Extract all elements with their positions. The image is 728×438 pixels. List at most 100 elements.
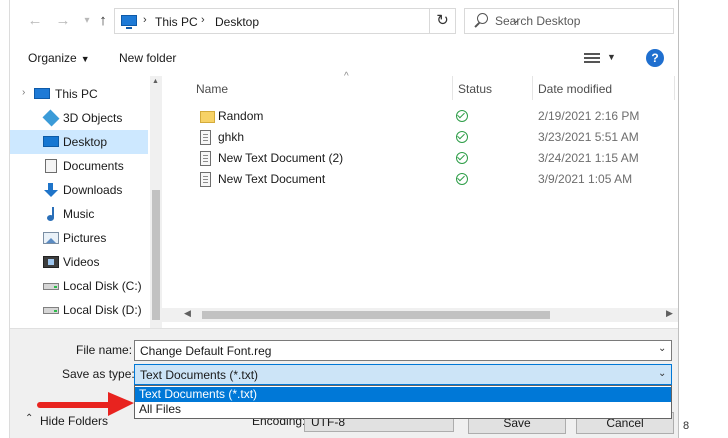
chevron-up-icon[interactable]: ⌃: [25, 413, 33, 424]
sync-ok-icon: [456, 173, 468, 185]
desktop-icon: [43, 136, 59, 147]
help-icon[interactable]: ?: [646, 49, 664, 67]
refresh-icon[interactable]: ↻: [430, 8, 456, 34]
text-file-icon: [200, 172, 211, 187]
picture-icon: [43, 232, 59, 244]
drive-icon: [43, 307, 59, 314]
view-options-chevron-icon[interactable]: ▼: [607, 52, 616, 62]
video-icon: [43, 256, 59, 268]
nav-item-downloads[interactable]: Downloads: [10, 178, 148, 202]
file-row-new-text-document-2[interactable]: New Text Document (2) 3/24/2021 1:15 AM …: [162, 148, 688, 169]
computer-icon: [34, 88, 50, 99]
file-name-label: File name:: [76, 343, 133, 357]
file-date: 2/19/2021 2:16 PM: [538, 109, 640, 123]
save-form: File name: ⌄ Save as type: Text Document…: [10, 328, 678, 438]
chevron-down-icon: ▼: [80, 54, 90, 64]
change-view-icon[interactable]: [584, 53, 600, 64]
text-file-icon: [200, 151, 211, 166]
folder-icon: [200, 111, 215, 123]
new-folder-button[interactable]: New folder: [119, 51, 176, 65]
file-name: New Text Document (2): [218, 151, 344, 165]
nav-item-label: Desktop: [63, 135, 108, 149]
file-name-dropdown-chevron-icon[interactable]: ⌄: [658, 343, 666, 354]
background-text-fragment: 8: [683, 420, 690, 432]
address-bar[interactable]: › This PC › Desktop ⌄: [114, 8, 520, 34]
scroll-up-arrow-icon[interactable]: ▲: [152, 78, 159, 85]
nav-item-label: Local Disk (D:): [63, 303, 142, 317]
nav-item-3d-objects[interactable]: 3D Objects: [10, 106, 148, 130]
breadcrumb-separator-icon[interactable]: ›: [201, 14, 205, 26]
forward-arrow-icon[interactable]: →: [54, 12, 72, 30]
file-row-random[interactable]: Random 2/19/2021 2:16 PM F: [162, 106, 688, 127]
nav-item-label: Local Disk (C:): [63, 279, 142, 293]
file-row-ghkh[interactable]: ghkh 3/23/2021 5:51 AM T: [162, 127, 688, 148]
file-date: 3/23/2021 5:51 AM: [538, 130, 639, 144]
file-list: Name ^ Status Date modified T Random 2/1…: [162, 71, 688, 328]
music-icon: [43, 207, 59, 221]
scroll-right-arrow-icon[interactable]: ▶: [666, 308, 673, 319]
option-text-documents[interactable]: Text Documents (*.txt): [135, 387, 671, 402]
column-header-label: Name: [196, 82, 229, 96]
breadcrumb-this-pc[interactable]: This PC: [155, 15, 198, 29]
download-icon: [43, 183, 59, 197]
file-name: Random: [218, 109, 264, 123]
save-as-type-label: Save as type:: [62, 367, 135, 381]
nav-item-label: Pictures: [63, 231, 107, 245]
file-row-new-text-document[interactable]: New Text Document 3/9/2021 1:05 AM T: [162, 169, 688, 190]
search-box[interactable]: [464, 8, 674, 34]
organize-label: Organize: [28, 51, 77, 65]
drive-icon: [43, 283, 59, 290]
nav-item-documents[interactable]: Documents: [10, 154, 148, 178]
nav-item-label: Documents: [63, 159, 124, 173]
file-name: New Text Document: [218, 172, 326, 186]
background-window-edge: [0, 0, 10, 438]
search-input[interactable]: [495, 12, 665, 30]
background-window-edge: 8: [678, 0, 728, 438]
option-all-files[interactable]: All Files: [135, 402, 671, 417]
navigation-pane: › This PC 3D Objects Desktop Documents D…: [10, 76, 162, 328]
address-row: ← → ▾ ↑ › This PC › Desktop ⌄ ↻: [10, 0, 678, 40]
sync-ok-icon: [456, 131, 468, 143]
scroll-left-arrow-icon[interactable]: ◀: [184, 308, 191, 319]
expand-chevron-icon[interactable]: ›: [22, 87, 25, 98]
breadcrumb-desktop[interactable]: Desktop: [215, 15, 259, 29]
nav-item-pictures[interactable]: Pictures: [10, 226, 148, 250]
save-as-type-select[interactable]: Text Documents (*.txt) ⌄: [134, 364, 672, 385]
save-as-type-value: Text Documents (*.txt): [140, 368, 259, 382]
organize-button[interactable]: Organize ▼: [28, 51, 90, 65]
save-as-type-dropdown-list: Text Documents (*.txt) All Files: [134, 385, 672, 419]
file-name: ghkh: [218, 130, 245, 144]
red-annotation-arrow-icon: [37, 392, 134, 416]
horizontal-scrollbar[interactable]: ◀ ▶: [162, 308, 678, 322]
nav-item-desktop[interactable]: Desktop: [10, 130, 148, 154]
nav-item-local-disk-d[interactable]: Local Disk (D:): [10, 298, 148, 322]
text-file-icon: [200, 130, 211, 145]
breadcrumb-separator-icon[interactable]: ›: [143, 14, 147, 26]
nav-item-music[interactable]: Music: [10, 202, 148, 226]
nav-item-local-disk-c[interactable]: Local Disk (C:): [10, 274, 148, 298]
nav-item-label: This PC: [55, 87, 98, 101]
nav-item-videos[interactable]: Videos: [10, 250, 148, 274]
computer-icon: [121, 15, 137, 29]
nav-item-this-pc[interactable]: › This PC: [10, 82, 148, 106]
file-name-field[interactable]: [134, 340, 672, 361]
search-icon: [477, 13, 488, 24]
nav-item-label: Downloads: [63, 183, 123, 197]
save-as-dialog: ← → ▾ ↑ › This PC › Desktop ⌄ ↻ Organize…: [10, 0, 688, 438]
sync-ok-icon: [456, 110, 468, 122]
column-header-date-modified[interactable]: Date modified: [532, 76, 674, 100]
back-arrow-icon[interactable]: ←: [26, 12, 44, 30]
horizontal-scrollbar-thumb[interactable]: [202, 311, 550, 319]
nav-item-label: 3D Objects: [63, 111, 123, 125]
column-header-label: Date modified: [538, 82, 613, 96]
sort-ascending-icon: ^: [344, 71, 349, 82]
up-arrow-icon[interactable]: ↑: [94, 12, 112, 30]
file-date: 3/24/2021 1:15 AM: [538, 151, 639, 165]
column-header-name[interactable]: Name ^: [190, 71, 442, 100]
nav-item-label: Music: [63, 207, 95, 221]
column-header-label: Status: [458, 82, 493, 96]
sync-ok-icon: [456, 152, 468, 164]
file-date: 3/9/2021 1:05 AM: [538, 172, 633, 186]
column-header-status[interactable]: Status: [452, 76, 532, 100]
nav-scrollbar-thumb[interactable]: [152, 190, 160, 320]
